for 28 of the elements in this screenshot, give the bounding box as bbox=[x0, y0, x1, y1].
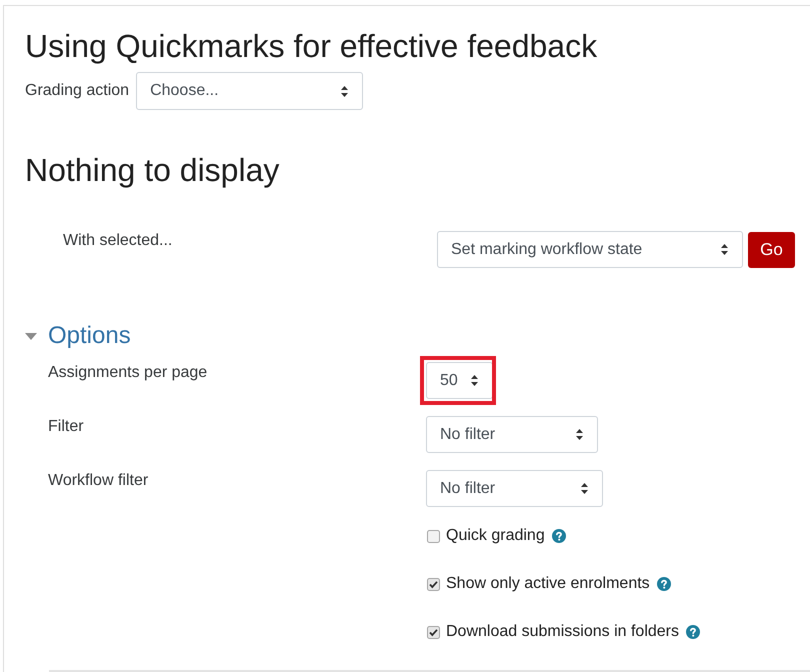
up-down-arrows-icon bbox=[576, 429, 583, 440]
dropdown[interactable]: No filter bbox=[426, 416, 598, 453]
up-down-arrows-icon bbox=[721, 244, 728, 255]
dropdown[interactable]: No filter bbox=[426, 470, 603, 507]
checkbox[interactable] bbox=[427, 626, 440, 638]
up-down-arrows-icon bbox=[341, 86, 348, 96]
section-toggle-link[interactable]: Options bbox=[48, 321, 131, 351]
help-icon[interactable] bbox=[656, 577, 671, 591]
field-label: Assignments per page bbox=[48, 363, 208, 383]
help-icon[interactable] bbox=[552, 529, 566, 543]
checkbox-label: Download submissions in folders bbox=[446, 622, 679, 642]
go-button[interactable]: Go bbox=[748, 232, 795, 268]
checkbox-label: Show only active enrolments bbox=[446, 574, 650, 594]
up-down-arrows-icon bbox=[581, 483, 588, 494]
section-heading: Nothing to display bbox=[25, 151, 280, 189]
checkbox[interactable] bbox=[427, 530, 440, 542]
up-down-arrows-icon bbox=[471, 375, 478, 386]
field-label: Workflow filter bbox=[48, 471, 150, 491]
checkbox[interactable] bbox=[427, 578, 440, 590]
dropdown[interactable]: Set marking workflow state bbox=[437, 231, 743, 268]
field-label: Filter bbox=[48, 417, 85, 437]
dropdown[interactable]: Choose... bbox=[136, 72, 364, 110]
page-title: Using Quickmarks for effective feedback bbox=[25, 27, 598, 65]
help-icon[interactable] bbox=[686, 625, 700, 639]
dropdown[interactable]: 50 bbox=[426, 362, 493, 399]
field-label: Grading action bbox=[25, 81, 130, 101]
checkbox-label: Quick grading bbox=[446, 526, 545, 546]
field-label: With selected... bbox=[63, 231, 174, 251]
